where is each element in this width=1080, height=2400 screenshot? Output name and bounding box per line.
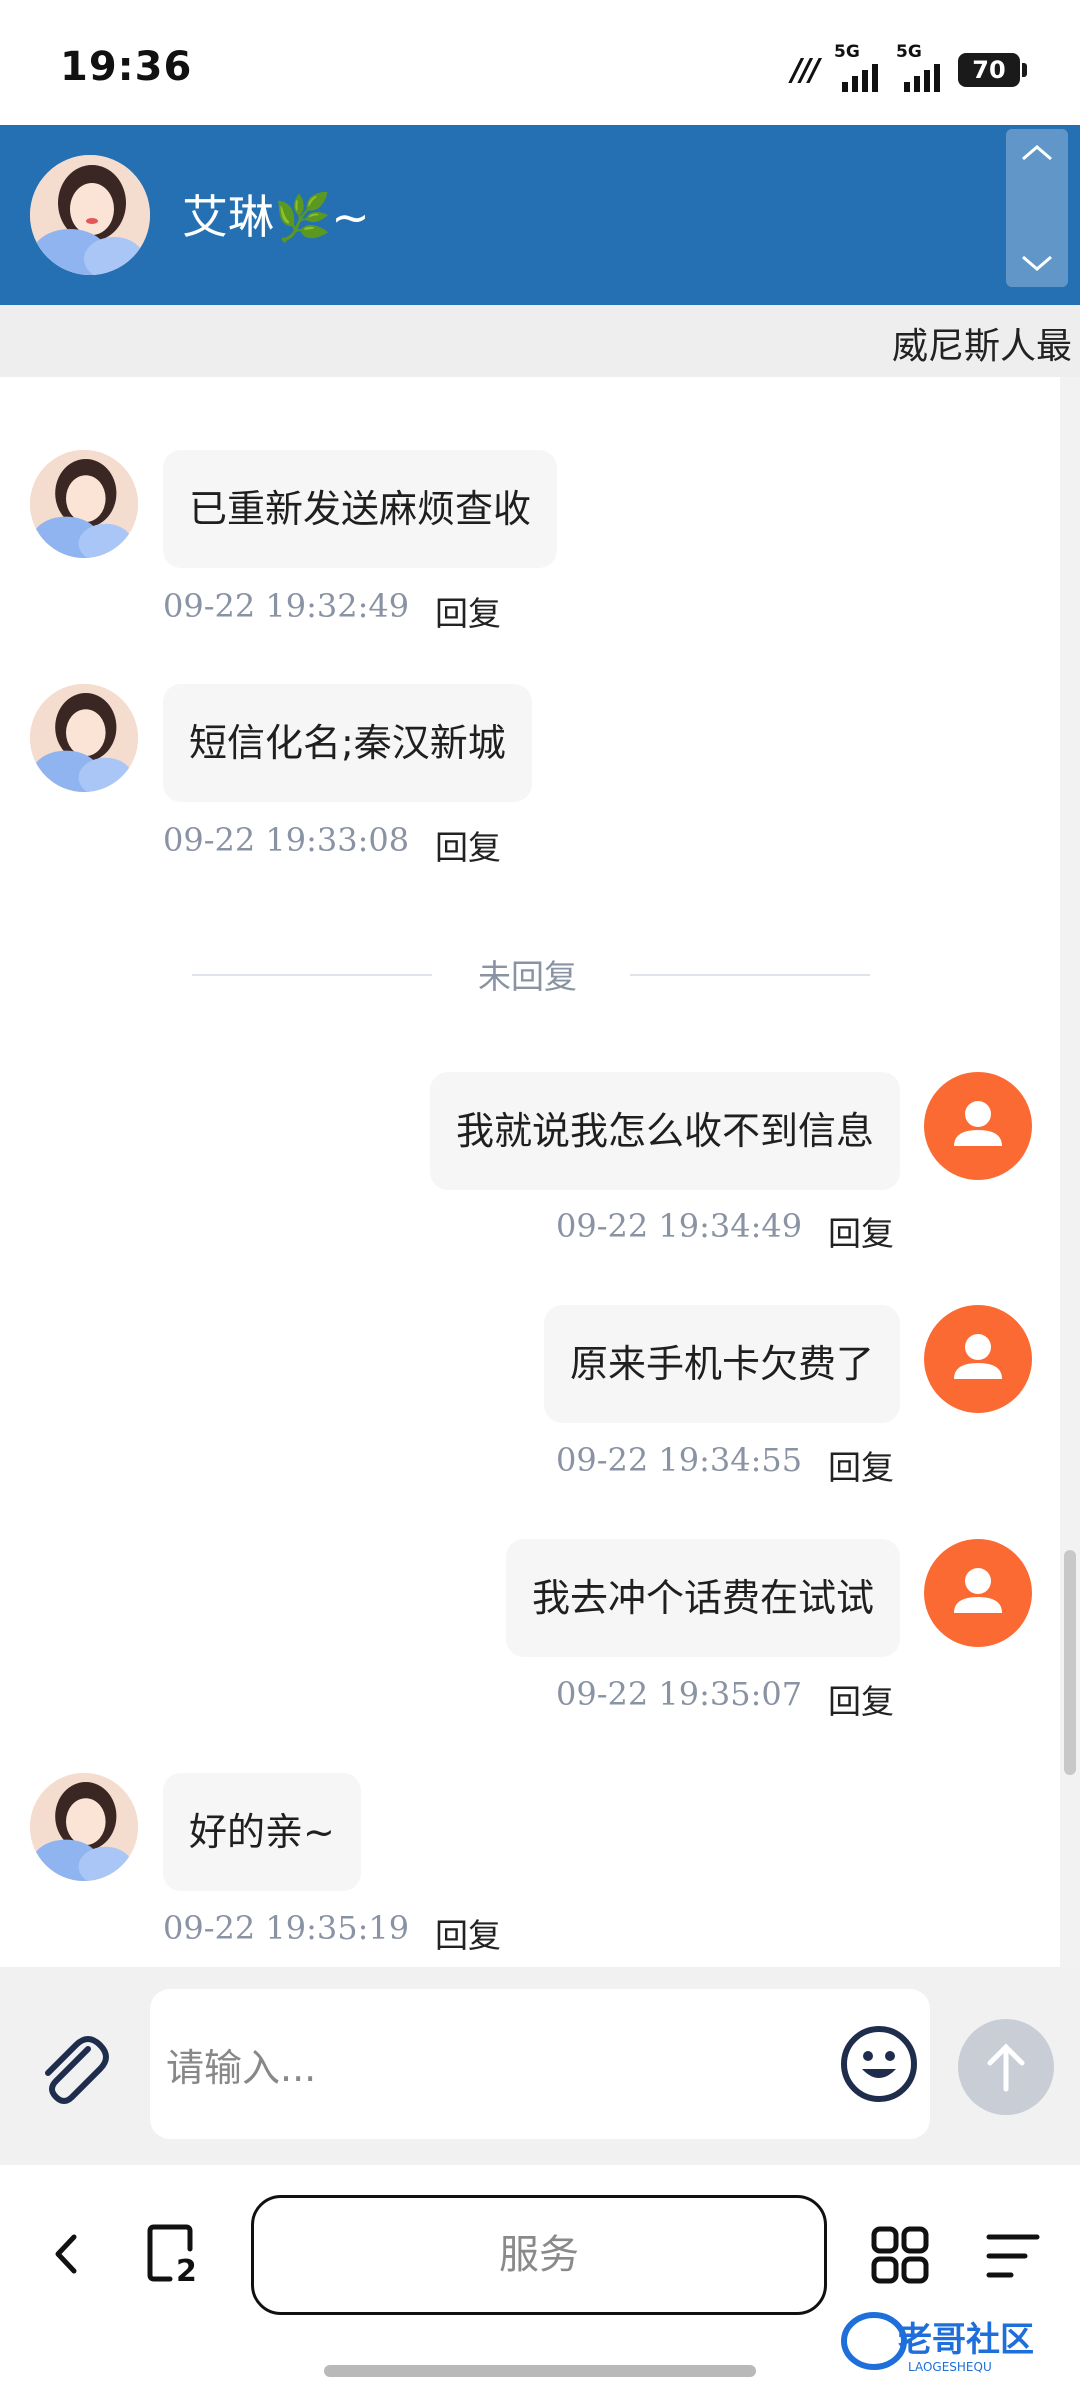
reply-link[interactable]: 回复: [828, 1675, 894, 1723]
reply-link[interactable]: 回复: [435, 1909, 501, 1957]
header-scroll-control[interactable]: [1006, 129, 1068, 287]
battery-icon: 70: [958, 53, 1027, 87]
apps-grid-icon[interactable]: [870, 2225, 930, 2285]
menu-icon[interactable]: [985, 2231, 1041, 2281]
contact-message-avatar: [30, 1773, 138, 1881]
service-button[interactable]: 服务: [251, 2195, 827, 2315]
tab-count: 2: [176, 2254, 197, 2283]
unreplied-divider: 未回复: [478, 957, 577, 996]
chat-header: 艾琳🌿~: [0, 125, 1080, 305]
contact-name: 艾琳🌿~: [182, 190, 370, 244]
contact-message-avatar: [30, 684, 138, 792]
status-bar: 19:36 /// 5G 5G 70: [0, 0, 1080, 125]
message-bubble[interactable]: 我就说我怎么收不到信息: [429, 1072, 900, 1190]
message-input-bar: 请输入...: [0, 1967, 1080, 2165]
message-time: 09-22 19:33:08: [163, 821, 410, 859]
browser-bottom-bar: 2 服务 老哥社区 LAOGESHEQU: [0, 2165, 1080, 2400]
chevron-down-icon[interactable]: [1017, 251, 1057, 275]
home-indicator[interactable]: [324, 2365, 756, 2377]
signal-strength-icon-2: 5G: [896, 42, 942, 92]
reply-link[interactable]: 回复: [828, 1441, 894, 1489]
emoji-icon[interactable]: [838, 2023, 920, 2105]
input-placeholder: 请输入...: [166, 2046, 317, 2090]
contact-message-avatar: [30, 450, 138, 558]
chat-scrollbar[interactable]: [1064, 1550, 1076, 1775]
divider-line: [630, 974, 870, 976]
user-avatar-icon: [924, 1305, 1032, 1413]
message-time: 09-22 19:35:07: [556, 1675, 803, 1713]
message-input[interactable]: 请输入...: [150, 1989, 930, 2139]
reply-link[interactable]: 回复: [435, 587, 501, 635]
marquee-text: 威尼斯人最: [892, 326, 1073, 367]
message-bubble[interactable]: 已重新发送麻烦查收: [163, 450, 558, 568]
message-time: 09-22 19:34:55: [556, 1441, 803, 1479]
message-time: 09-22 19:32:49: [163, 587, 410, 625]
message-time: 09-22 19:34:49: [556, 1207, 803, 1245]
status-icons: /// 5G 5G 70: [791, 42, 1027, 92]
contact-avatar[interactable]: [30, 155, 150, 275]
send-button[interactable]: [958, 2019, 1054, 2115]
site-watermark-logo: 老哥社区 LAOGESHEQU: [838, 2305, 1068, 2377]
reply-link[interactable]: 回复: [828, 1207, 894, 1255]
status-time: 19:36: [60, 44, 193, 90]
svg-text:老哥社区: 老哥社区: [898, 2320, 1034, 2360]
chevron-up-icon[interactable]: [1017, 141, 1057, 165]
announcement-marquee: 威尼斯人最: [0, 305, 1080, 377]
message-bubble[interactable]: 我去冲个话费在试试: [505, 1539, 900, 1657]
message-bubble[interactable]: 短信化名;秦汉新城: [163, 684, 532, 802]
back-icon[interactable]: [42, 2229, 92, 2279]
message-bubble[interactable]: 原来手机卡欠费了: [543, 1305, 900, 1423]
user-avatar-icon: [924, 1072, 1032, 1180]
svg-text:LAOGESHEQU: LAOGESHEQU: [908, 2360, 992, 2374]
divider-line: [192, 974, 432, 976]
signal-strength-icon: 5G: [834, 42, 880, 92]
message-bubble[interactable]: 好的亲~: [163, 1773, 361, 1891]
attachment-icon[interactable]: [30, 2027, 114, 2111]
message-time: 09-22 19:35:19: [163, 1909, 410, 1947]
reply-link[interactable]: 回复: [435, 821, 501, 869]
user-avatar-icon: [924, 1539, 1032, 1647]
network-indicator-icon: ///: [791, 52, 820, 88]
tabs-icon[interactable]: 2: [146, 2223, 206, 2289]
chat-message-list[interactable]: 已重新发送麻烦查收 09-22 19:32:49 回复 短信化名;秦汉新城 09…: [0, 377, 1060, 1967]
arrow-up-icon: [987, 2043, 1025, 2092]
